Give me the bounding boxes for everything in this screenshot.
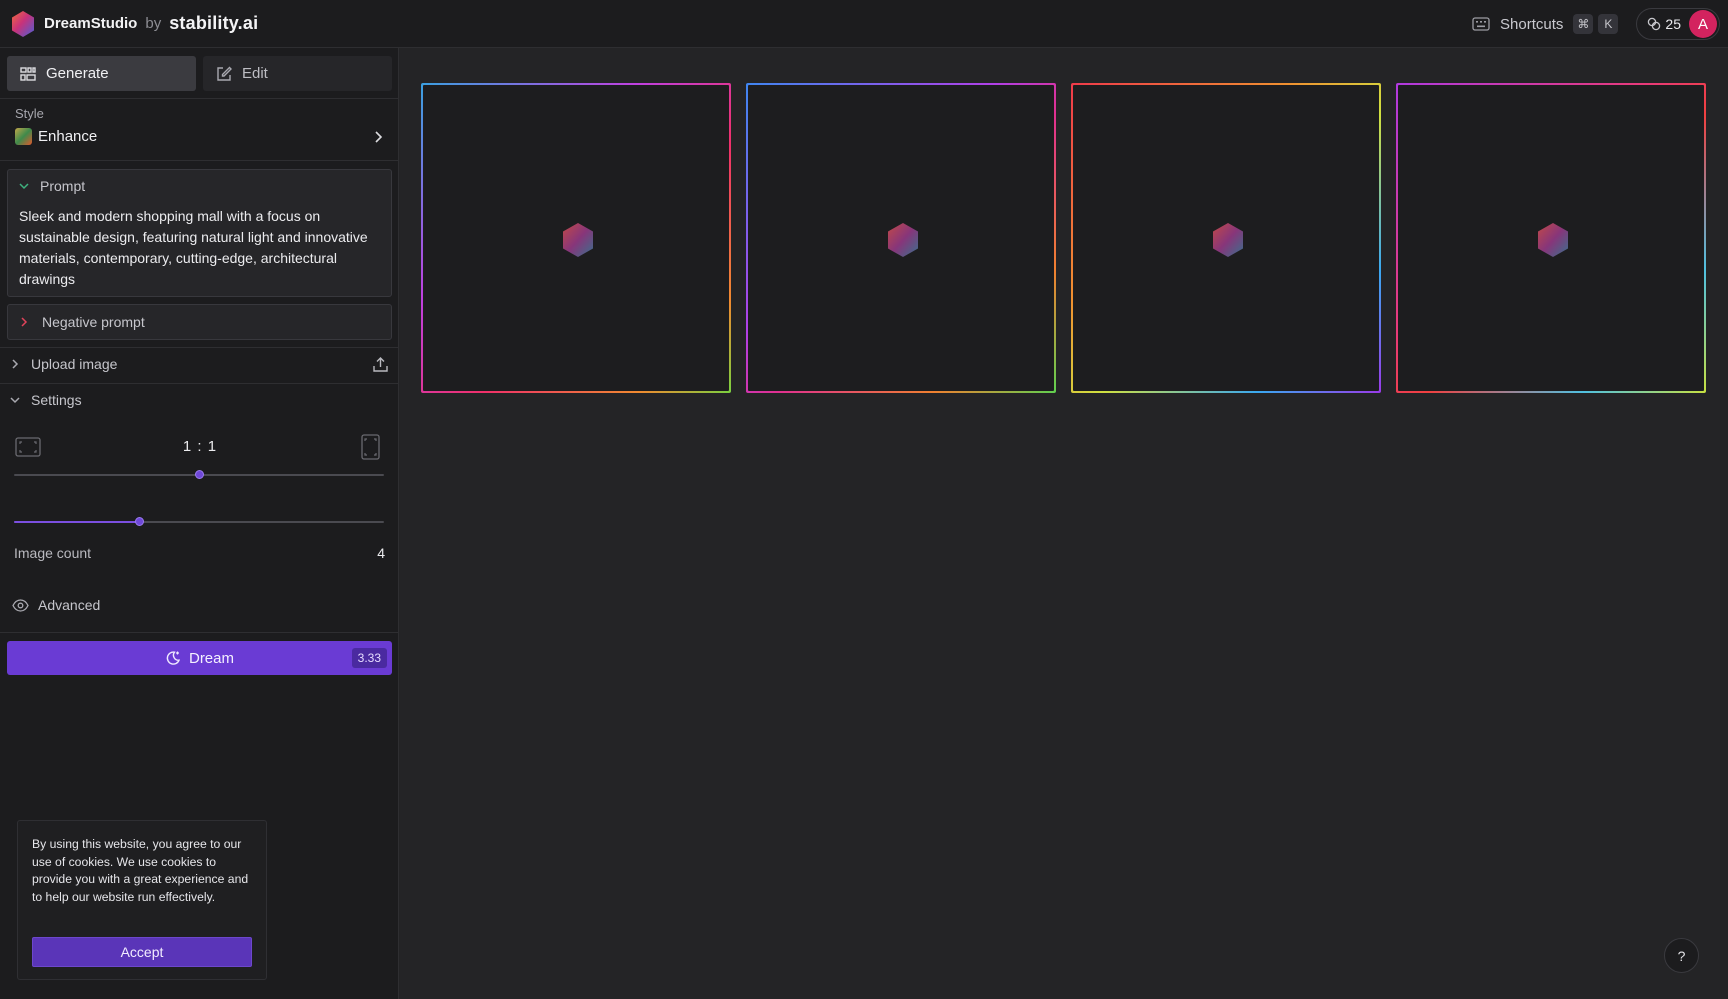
cookie-text: By using this website, you agree to our … [32,837,249,904]
sidebar: Generate Edit Style Enhance Prompt Sleek… [0,48,399,999]
advanced-toggle[interactable]: Advanced [12,597,100,613]
app-name: DreamStudio [44,15,138,32]
shortcuts-label: Shortcuts [1500,15,1564,33]
upload-image-label: Upload image [31,356,118,372]
settings-toggle[interactable]: Settings [0,385,399,415]
tab-generate-label: Generate [46,65,109,82]
dream-cost-badge: 3.33 [351,648,387,668]
accept-cookies-button[interactable]: Accept [32,937,252,967]
aspect-ratio-slider-thumb[interactable] [194,470,204,479]
image-slot-4[interactable] [1396,83,1706,393]
moon-sparkle-icon [166,651,181,665]
dream-label: Dream [188,649,234,667]
chevron-right-icon [12,359,19,369]
image-slot-2[interactable] [746,83,1056,393]
help-button[interactable]: ? [1664,938,1699,973]
prompt-toggle[interactable]: Prompt [18,178,85,194]
loading-hexagon-icon [1213,223,1243,257]
top-bar: DreamStudio by stability.ai Shortcuts ⌘ … [0,0,1728,48]
chevron-right-icon[interactable] [372,130,384,144]
image-count-slider-thumb[interactable] [135,517,145,526]
divider [0,632,399,633]
credits-badge[interactable]: 25 A [1636,8,1720,40]
company-name: stability.ai [169,13,259,33]
upload-image-toggle[interactable]: Upload image [0,348,399,380]
style-thumbnail [15,128,32,145]
landscape-ratio-icon[interactable] [15,437,41,457]
loading-hexagon-icon [563,223,593,257]
logo[interactable]: DreamStudio by stability.ai [8,0,258,48]
loading-hexagon-icon [888,223,918,257]
loading-hexagon-icon [1538,223,1568,257]
brand-by: by [145,15,162,32]
image-gallery [400,48,1728,999]
style-label: Style [15,106,44,121]
credits-count: 25 [1665,16,1681,32]
settings-label: Settings [31,392,82,408]
divider [0,160,399,161]
divider [0,383,399,384]
negative-prompt-toggle[interactable]: Negative prompt [7,304,392,340]
aspect-ratio-value: 1 : 1 [182,438,218,455]
style-value: Enhance [38,128,98,145]
edit-icon [217,66,232,81]
upload-icon[interactable] [372,356,389,373]
advanced-label: Advanced [38,597,101,613]
chevron-right-icon [21,317,28,327]
prompt-panel: Prompt Sleek and modern shopping mall wi… [7,169,392,297]
kbd-k: K [1598,14,1619,34]
image-slot-1[interactable] [421,83,731,393]
eye-icon [12,598,29,612]
grid-icon [20,66,36,81]
kbd-command: ⌘ [1573,14,1594,34]
dreamstudio-logo-icon [12,10,34,37]
tab-edit[interactable]: Edit [203,56,392,91]
mode-tabs: Generate Edit [7,56,392,91]
tab-edit-label: Edit [242,65,268,82]
tab-generate[interactable]: Generate [7,56,196,91]
prompt-title: Prompt [40,178,86,194]
prompt-input[interactable]: Sleek and modern shopping mall with a fo… [19,206,379,290]
image-count-slider-fill [14,521,140,523]
image-slot-3[interactable] [1071,83,1381,393]
cookie-banner: By using this website, you agree to our … [17,820,267,980]
image-count-label: Image count [14,545,92,561]
image-count-value: 4 [377,545,385,561]
chevron-down-icon [19,183,29,190]
avatar[interactable]: A [1689,10,1717,38]
credits-icon [1648,17,1661,31]
chevron-down-icon [10,397,20,404]
negative-prompt-label: Negative prompt [42,314,145,330]
portrait-ratio-icon[interactable] [361,434,380,460]
style-value-row[interactable]: Enhance [15,128,97,145]
keyboard-icon [1472,17,1490,31]
shortcuts-button[interactable]: Shortcuts ⌘ K [1472,14,1619,34]
dream-button[interactable]: Dream 3.33 [7,641,392,675]
